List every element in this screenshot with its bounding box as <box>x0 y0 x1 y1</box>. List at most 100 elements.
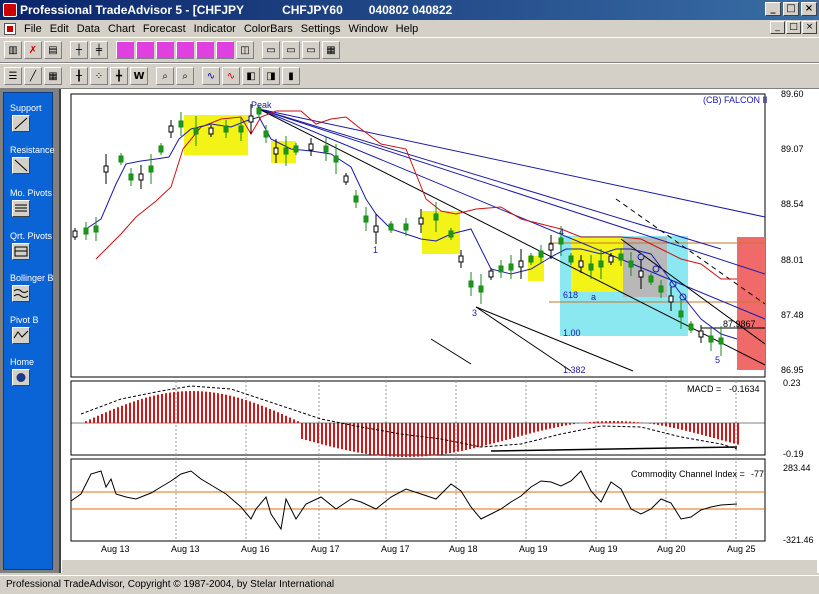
macd-bar <box>353 423 355 452</box>
maximize-button[interactable]: □ <box>783 2 799 16</box>
print-icon[interactable]: ▤ <box>44 41 62 59</box>
trendline-red-icon[interactable]: ∿ <box>222 67 240 85</box>
close-button[interactable]: × <box>801 2 817 16</box>
menu-edit[interactable]: Edit <box>46 23 73 35</box>
document-icon[interactable] <box>4 22 16 35</box>
magenta-tool-5-icon[interactable] <box>196 41 214 59</box>
draw-line-icon[interactable]: ╱ <box>24 67 42 85</box>
overlay-icon[interactable]: ◫ <box>236 41 254 59</box>
table-icon[interactable]: ▦ <box>44 67 62 85</box>
candle-body <box>628 260 634 268</box>
sidebar-item-pivot-b[interactable]: Pivot B <box>4 315 54 344</box>
macd-bar <box>461 423 463 451</box>
pivot-bands-icon[interactable] <box>12 327 30 344</box>
menu-file[interactable]: File <box>20 23 46 35</box>
menu-forecast[interactable]: Forecast <box>139 23 190 35</box>
title-bar: Professional TradeAdvisor 5 - [CHFJPY CH… <box>0 0 819 20</box>
macd-bar <box>513 423 515 438</box>
cascade-icon[interactable]: ▭ <box>282 41 300 59</box>
chart-icon[interactable]: ▥ <box>4 41 22 59</box>
magenta-tool-2-icon[interactable] <box>136 41 154 59</box>
sidebar-item-bollinger[interactable]: Bollinger B <box>4 273 54 302</box>
sidebar-item-support[interactable]: Support <box>4 103 54 132</box>
dots-icon[interactable]: ⁘ <box>90 67 108 85</box>
resistance-line-icon[interactable] <box>12 157 30 174</box>
list-icon[interactable]: ☰ <box>4 67 22 85</box>
macd-bar <box>601 421 603 423</box>
zoom-out-icon[interactable]: ⌕ <box>176 67 194 85</box>
magenta-tool-6-icon[interactable] <box>216 41 234 59</box>
cci-value: -77 <box>751 469 765 479</box>
annotation-wave-3: 3 <box>472 308 478 318</box>
menu-help[interactable]: Help <box>392 23 423 35</box>
annotation-fib-100: 1.00 <box>563 328 581 338</box>
app-icon[interactable] <box>3 3 17 17</box>
ohlc-icon[interactable]: ╂ <box>70 67 88 85</box>
chart-window[interactable]: (CB) FALCON II Peak 1 3 4 5 a 618 1.00 1… <box>59 89 819 573</box>
menu-indicator[interactable]: Indicator <box>190 23 240 35</box>
delete-icon[interactable]: ✗ <box>24 41 42 59</box>
indicator-icon[interactable]: ◧ <box>242 67 260 85</box>
child-close-button[interactable]: × <box>802 21 817 34</box>
macd-bar <box>729 423 731 443</box>
macd-bar <box>129 402 131 423</box>
trendline-icon[interactable]: ∿ <box>202 67 220 85</box>
zoom-in-icon[interactable]: ⌕ <box>156 67 174 85</box>
bars-icon[interactable]: ▮ <box>282 67 300 85</box>
macd-bar <box>517 423 519 437</box>
candle-body <box>193 127 199 135</box>
tile-icon[interactable]: ▭ <box>262 41 280 59</box>
macd-bar <box>593 421 595 423</box>
candle-body <box>93 225 99 233</box>
quarterly-pivots-icon[interactable] <box>12 243 30 260</box>
magenta-tool-4-icon[interactable] <box>176 41 194 59</box>
bollinger-bands-icon[interactable] <box>12 285 30 302</box>
candle-body <box>708 335 714 343</box>
macd-bar <box>453 423 455 453</box>
candle-body <box>363 215 369 223</box>
macd-bar <box>649 423 651 424</box>
crosshair-icon[interactable]: ╋ <box>110 67 128 85</box>
sidebar-item-resistance[interactable]: Resistance <box>4 145 55 174</box>
macd-bar <box>637 422 639 423</box>
home-icon[interactable] <box>12 369 30 386</box>
macd-bar <box>445 423 447 454</box>
child-restore-button[interactable]: □ <box>786 21 801 34</box>
macd-bar <box>209 392 211 423</box>
child-minimize-button[interactable]: _ <box>770 21 785 34</box>
magenta-tool-icon[interactable] <box>116 41 134 59</box>
support-line-icon[interactable] <box>12 115 30 132</box>
horizontal-scrollbar[interactable] <box>62 560 817 573</box>
price-chart-canvas[interactable] <box>61 89 819 559</box>
menu-colorbars[interactable]: ColorBars <box>240 23 297 35</box>
grid-icon[interactable]: ▦ <box>322 41 340 59</box>
macd-bar <box>553 423 555 428</box>
menu-window[interactable]: Window <box>345 23 392 35</box>
indicator-2-icon[interactable]: ◨ <box>262 67 280 85</box>
macd-bar <box>485 423 487 446</box>
minimize-button[interactable]: _ <box>765 2 781 16</box>
sidebar-item-mo-pivots[interactable]: Mo. Pivots <box>4 188 54 217</box>
candle-icon[interactable]: ╪ <box>90 41 108 59</box>
sidebar-item-qrt-pivots[interactable]: Qrt. Pivots <box>4 231 54 260</box>
candle-body <box>403 223 409 231</box>
monthly-pivots-icon[interactable] <box>12 200 30 217</box>
macd-bar <box>165 393 167 423</box>
pattern-zone-3 <box>422 211 460 254</box>
candle-body <box>128 173 134 181</box>
candle-body <box>248 115 254 123</box>
magenta-tool-3-icon[interactable] <box>156 41 174 59</box>
wave-w-icon[interactable]: W <box>130 67 148 85</box>
menu-chart[interactable]: Chart <box>104 23 139 35</box>
macd-bar <box>501 423 503 442</box>
macd-bar <box>285 415 287 423</box>
bar-chart-icon[interactable]: ┼ <box>70 41 88 59</box>
window-list-icon[interactable]: ▭ <box>302 41 320 59</box>
annotation-wave-4: 4 <box>559 227 565 237</box>
macd-bar <box>557 423 559 427</box>
sidebar-item-home[interactable]: Home <box>4 357 54 386</box>
menu-data[interactable]: Data <box>73 23 104 35</box>
menu-settings[interactable]: Settings <box>297 23 345 35</box>
macd-bar <box>569 423 571 425</box>
date-tick: Aug 13 <box>101 544 130 554</box>
